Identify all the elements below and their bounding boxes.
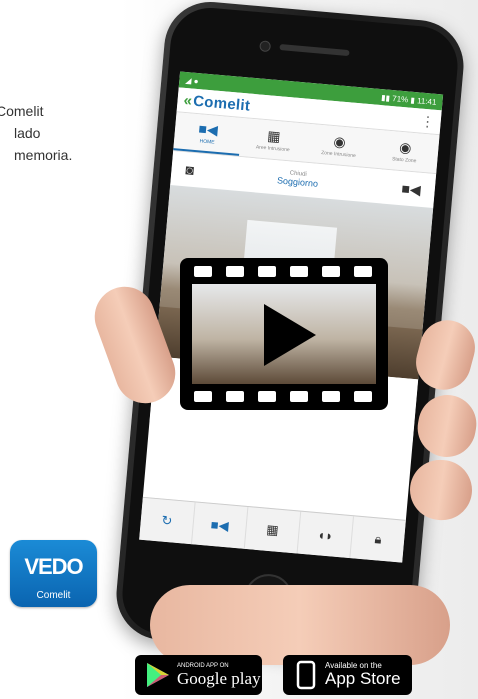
side-text-line: lado [14, 125, 41, 141]
tab-label: Aree Intrusione [255, 144, 290, 154]
target-icon: ◉ [398, 138, 413, 156]
tab-stato-zone[interactable]: ◉ Stato Zone [370, 130, 439, 174]
target-icon: ◉ [332, 133, 347, 151]
badge-title: App Store [325, 669, 401, 688]
logo-brand: Comelit [36, 590, 71, 601]
side-text-line: Comelit [0, 103, 44, 119]
overflow-menu-icon[interactable]: ⋮ [420, 112, 435, 130]
grid-icon[interactable]: ▦ [244, 507, 302, 554]
badge-title: Google play [177, 669, 261, 688]
video-camera-icon[interactable]: ■◀ [401, 180, 422, 199]
signal-icon: ▮▮ [380, 92, 391, 103]
google-play-badge[interactable]: ANDROID APP ON Google play [135, 655, 262, 695]
iphone-icon [296, 660, 316, 690]
tab-zone-intrusione[interactable]: ◉ Zone Intrusione [305, 124, 374, 168]
status-time: 11:41 [416, 95, 437, 107]
side-description: Comelit lado memoria. [0, 100, 120, 166]
brand-name: Comelit [192, 92, 251, 115]
logo-text: VEDO [24, 554, 83, 579]
vedo-app-logo: VEDO Comelit [10, 540, 97, 607]
tab-label: HOME [199, 138, 215, 146]
comelit-chevron-icon: « [182, 91, 194, 110]
tab-aree-intrusione[interactable]: ▦ Aree Intrusione [239, 118, 308, 162]
video-play-icon[interactable] [180, 258, 388, 410]
side-text-line: memoria. [14, 147, 73, 163]
android-icon: ◢ ● [185, 75, 199, 86]
camera-title[interactable]: Chiudi Soggiorno [277, 169, 319, 188]
tab-home[interactable]: ■◀ HOME [173, 112, 243, 156]
snapshot-camera-icon[interactable]: ◙ [185, 161, 195, 178]
google-play-icon [147, 663, 169, 687]
hand-palm [150, 585, 450, 665]
lock-icon[interactable]: 🔒︎ [350, 516, 405, 562]
camera-icon[interactable]: ■◀ [191, 502, 249, 549]
tab-label: Stato Zone [391, 156, 417, 165]
battery-icon: ▮ [410, 95, 416, 105]
tab-label: Zone Intrusione [320, 150, 357, 160]
refresh-icon[interactable]: ↻ [139, 497, 196, 545]
battery-level: 71% [391, 93, 409, 104]
status-right: ▮▮ 71% ▮ 11:41 [381, 93, 437, 107]
camera-icon: ■◀ [197, 120, 219, 138]
grid-icon: ▦ [266, 127, 282, 145]
intercom-icon[interactable]: ◖◗ [297, 511, 355, 559]
app-store-badge[interactable]: Available on the App Store [283, 655, 412, 695]
